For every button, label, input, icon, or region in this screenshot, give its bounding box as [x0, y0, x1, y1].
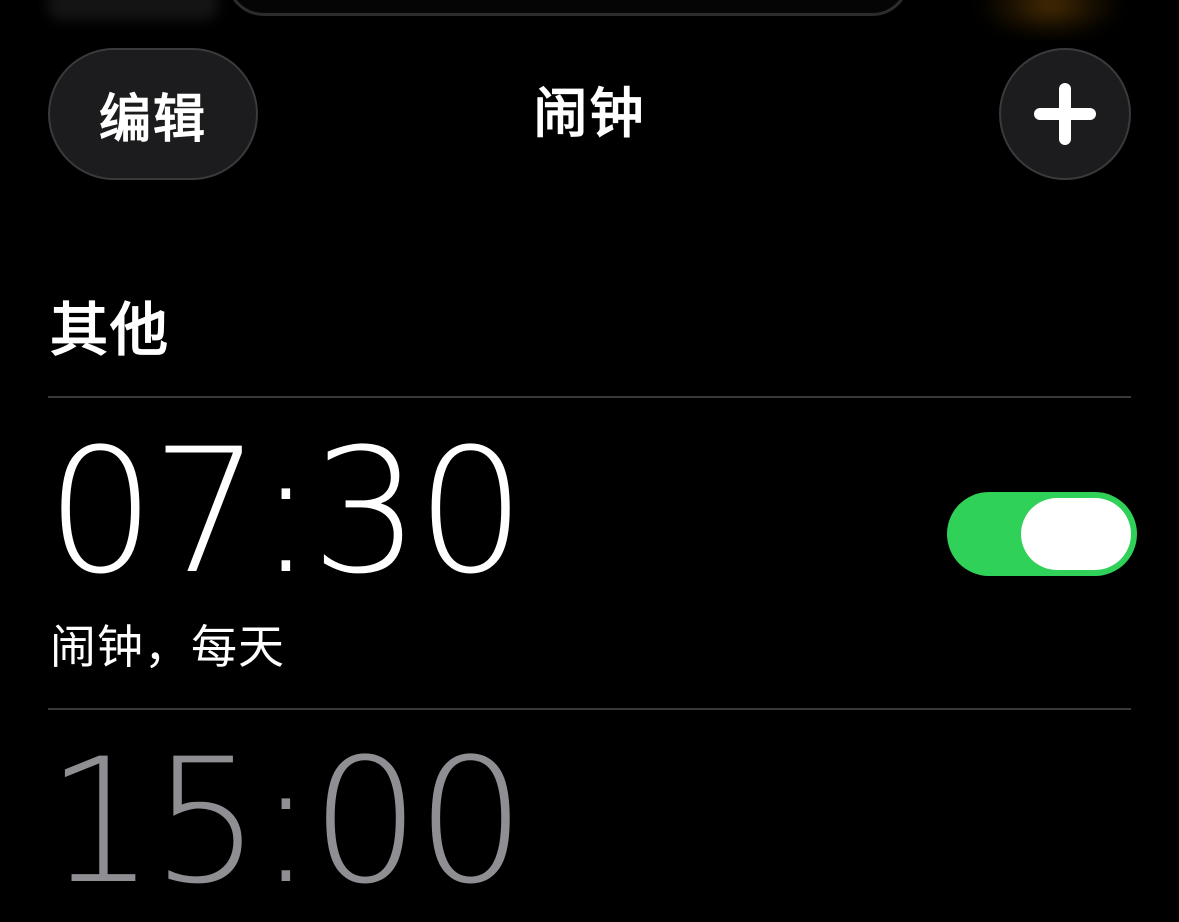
add-alarm-button[interactable] [999, 48, 1131, 180]
alarm-time: 15:00 [46, 721, 526, 922]
plus-icon [1034, 83, 1096, 145]
blurred-left-item [48, 0, 218, 20]
section-title: 其他 [50, 296, 171, 364]
blurred-right-item [975, 0, 1125, 40]
top-blurred-strip [0, 0, 1179, 40]
divider [48, 396, 1131, 398]
alarm-toggle[interactable] [947, 492, 1137, 576]
blurred-center-pill [226, 0, 910, 16]
alarm-label: 闹钟，每天 [50, 620, 285, 674]
toggle-knob [1021, 498, 1131, 570]
divider [48, 708, 1131, 710]
alarm-time: 07:30 [46, 411, 526, 612]
